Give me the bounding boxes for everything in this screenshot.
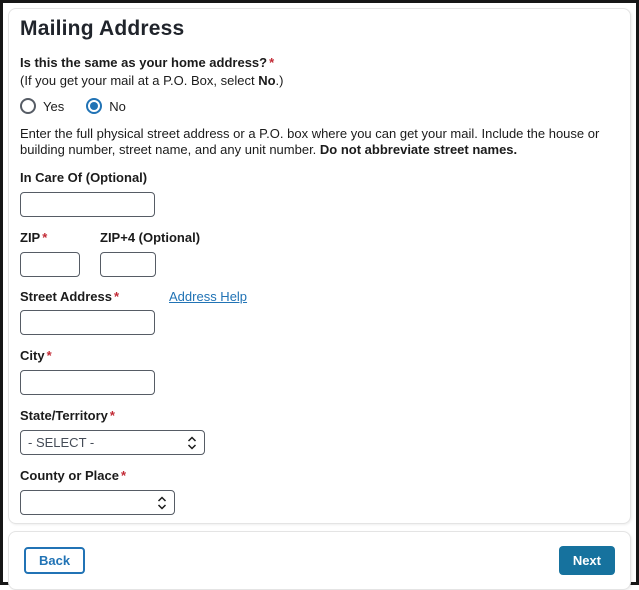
zip4-label: ZIP+4 (Optional)	[100, 230, 200, 245]
required-asterisk: *	[269, 55, 274, 70]
required-asterisk: *	[121, 468, 126, 483]
required-asterisk: *	[42, 230, 47, 245]
field-county-or-place: County or Place*	[20, 467, 618, 515]
next-button[interactable]: Next	[559, 546, 615, 575]
form-navigation-bar: Back Next	[8, 531, 631, 590]
street-address-input[interactable]	[20, 310, 155, 335]
field-in-care-of: In Care Of (Optional)	[20, 169, 618, 217]
zip4-input[interactable]	[100, 252, 156, 277]
address-instructions: Enter the full physical street address o…	[20, 126, 618, 157]
page-title: Mailing Address	[20, 17, 618, 41]
chevron-updown-icon	[157, 496, 167, 510]
county-or-place-select[interactable]	[20, 490, 175, 515]
radio-yes-label: Yes	[43, 99, 64, 114]
back-button[interactable]: Back	[24, 547, 85, 574]
required-asterisk: *	[114, 289, 119, 304]
radio-option-no[interactable]: No	[86, 98, 126, 114]
required-asterisk: *	[110, 408, 115, 423]
field-zip: ZIP*	[20, 229, 100, 277]
radio-selected-icon[interactable]	[86, 98, 102, 114]
radio-unselected-icon[interactable]	[20, 98, 36, 114]
zip-label: ZIP*	[20, 230, 47, 245]
in-care-of-input[interactable]	[20, 192, 155, 217]
field-street-address: Street Address* Address Help	[20, 289, 618, 335]
state-selected-value: - SELECT -	[28, 435, 94, 450]
city-label: City*	[20, 348, 52, 363]
radio-option-yes[interactable]: Yes	[20, 98, 64, 114]
same-address-radio-group: Yes No	[20, 98, 618, 114]
required-asterisk: *	[47, 348, 52, 363]
city-input[interactable]	[20, 370, 155, 395]
state-territory-label: State/Territory*	[20, 408, 115, 423]
question-text: Is this the same as your home address?	[20, 55, 267, 70]
field-state-territory: State/Territory* - SELECT -	[20, 407, 618, 455]
in-care-of-label: In Care Of (Optional)	[20, 170, 147, 185]
street-address-label: Street Address*	[20, 289, 169, 305]
mailing-address-form-card: Mailing Address Is this the same as your…	[8, 8, 631, 524]
radio-no-label: No	[109, 99, 126, 114]
zip-row: ZIP* ZIP+4 (Optional)	[20, 229, 618, 277]
same-address-question-hint: (If you get your mail at a P.O. Box, sel…	[20, 73, 618, 89]
state-territory-select[interactable]: - SELECT -	[20, 430, 205, 455]
chevron-updown-icon	[187, 436, 197, 450]
address-help-link[interactable]: Address Help	[169, 289, 247, 304]
same-address-question-label: Is this the same as your home address?*	[20, 55, 618, 71]
county-or-place-label: County or Place*	[20, 468, 126, 483]
zip-input[interactable]	[20, 252, 80, 277]
field-zip4: ZIP+4 (Optional)	[100, 229, 200, 277]
field-city: City*	[20, 347, 618, 395]
